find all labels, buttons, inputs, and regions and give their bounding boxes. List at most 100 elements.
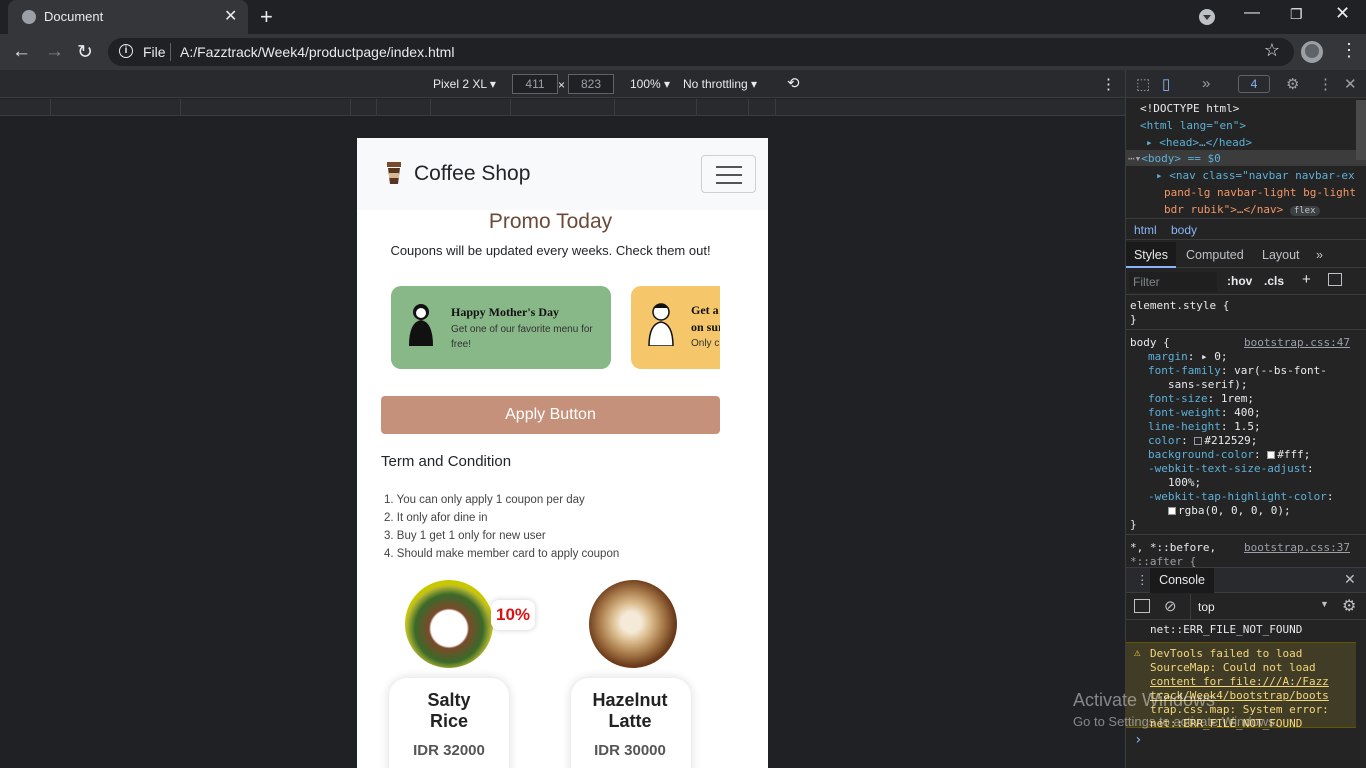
tab-computed[interactable]: Computed [1186, 248, 1244, 262]
console-sidebar-icon[interactable] [1134, 599, 1150, 613]
html-node[interactable]: <html lang="en"> [1140, 117, 1246, 134]
rule-close: } [1130, 313, 1137, 326]
coupon-title: Happy Mother's Day [451, 305, 559, 319]
maximize-button[interactable]: ❐ [1290, 6, 1303, 23]
clear-console-icon[interactable]: ⊘ [1164, 597, 1177, 615]
profile-avatar[interactable] [1301, 41, 1323, 63]
product-name: Hazelnut Latte [592, 690, 668, 731]
zoom-select[interactable]: 100% ▾ [630, 77, 670, 91]
body-node[interactable]: ⋯▾<body> == $0 [1128, 150, 1221, 167]
reload-icon[interactable]: ↻ [77, 41, 93, 64]
settings-icon[interactable]: ⚙ [1286, 75, 1299, 93]
terms-title: Term and Condition [381, 453, 512, 470]
globe-icon [22, 10, 36, 24]
css-prop-font-weight[interactable]: font-weight: 400; [1148, 406, 1261, 420]
brand-name[interactable]: Coffee Shop [414, 162, 530, 186]
tab-search-icon[interactable] [1199, 9, 1215, 25]
tab-console[interactable]: Console [1150, 568, 1214, 593]
body-rule-selector[interactable]: body { [1130, 336, 1170, 350]
bookmark-star-icon[interactable]: ☆ [1264, 40, 1280, 61]
dimension-separator: × [558, 78, 566, 92]
viewport-width-input[interactable]: 411 [512, 74, 558, 94]
more-panels-icon[interactable]: » [1202, 75, 1210, 92]
navbar-toggler-button[interactable] [701, 155, 756, 193]
css-prop-text-size-adjust[interactable]: -webkit-text-size-adjust: [1148, 462, 1314, 476]
coupon-card[interactable]: Happy Mother's Day Get one of our favori… [391, 286, 611, 369]
warning-text: SourceMap: Could not load [1150, 661, 1316, 674]
context-select[interactable]: top [1198, 600, 1215, 614]
address-bar[interactable]: i File A:/Fazztrack/Week4/productpage/in… [108, 38, 1294, 66]
inspect-element-icon[interactable]: ⬚ [1136, 75, 1150, 93]
styles-filter-input[interactable]: Filter [1129, 272, 1217, 292]
throttling-select[interactable]: No throttling ▾ [683, 77, 757, 91]
element-style-rule[interactable]: element.style { [1130, 299, 1229, 313]
apply-button[interactable]: Apply Button [381, 396, 720, 434]
styles-pane[interactable]: element.style { } body { bootstrap.css:4… [1126, 296, 1366, 568]
body-rule-source-link[interactable]: bootstrap.css:47 [1244, 336, 1350, 350]
flex-badge[interactable]: flex [1289, 206, 1320, 216]
tab-strip: Document ✕ + — ❐ ✕ [0, 0, 1366, 34]
coupon-card[interactable]: Get a on sur Only c [631, 286, 720, 369]
viewport-height-input[interactable]: 823 [568, 74, 614, 94]
url-scheme: File [143, 44, 166, 60]
tab-document[interactable]: Document ✕ [8, 0, 248, 34]
elements-tree[interactable]: <!DOCTYPE html> <html lang="en"> ▸ <head… [1126, 98, 1366, 216]
css-prop-font-family[interactable]: font-family: var(--bs-font- [1148, 364, 1327, 378]
crumb-body[interactable]: body [1171, 223, 1197, 237]
warning-link[interactable]: content for file:///A:/Fazz [1150, 675, 1329, 689]
device-toggle-icon[interactable]: ▯ [1162, 75, 1170, 93]
forward-icon[interactable]: → [45, 41, 64, 63]
issues-badge[interactable]: 4 [1238, 75, 1270, 93]
doctype-node[interactable]: <!DOCTYPE html> [1140, 100, 1239, 117]
coupon-carousel[interactable]: Happy Mother's Day Get one of our favori… [391, 286, 720, 370]
list-item: 1. You can only apply 1 coupon per day [384, 494, 585, 506]
color-swatch[interactable] [1194, 437, 1203, 445]
rotate-icon[interactable]: ⟲ [787, 74, 800, 92]
device-toolbar-more-icon[interactable]: ⋮ [1101, 75, 1116, 93]
tab-more[interactable]: » [1316, 248, 1323, 262]
url-text[interactable]: A:/Fazztrack/Week4/productpage/index.htm… [180, 44, 454, 60]
tab-layout[interactable]: Layout [1262, 248, 1300, 262]
window-close-button[interactable]: ✕ [1335, 3, 1350, 24]
divider [1190, 594, 1191, 620]
tab-title: Document [44, 9, 104, 24]
coupon-description: Get one of our favorite menu for free! [451, 324, 593, 350]
css-prop-margin[interactable]: margin: ▸ 0; [1148, 350, 1228, 364]
back-icon[interactable]: ← [12, 41, 31, 63]
drawer-menu-icon[interactable]: ⋮ [1136, 572, 1149, 587]
sidebar-toggle-icon[interactable] [1328, 273, 1342, 286]
color-swatch[interactable] [1168, 507, 1176, 515]
emulated-page: Coffee Shop Promo Today Coupons will be … [357, 138, 768, 768]
device-select[interactable]: Pixel 2 XL ▾ [433, 77, 496, 91]
devtools-menu-icon[interactable]: ⋮ [1318, 75, 1333, 93]
promo-subtitle: Coupons will be updated every weeks. Che… [390, 243, 711, 258]
console-settings-icon[interactable]: ⚙ [1342, 596, 1356, 616]
browser-menu-icon[interactable]: ⋮ [1340, 40, 1358, 61]
css-prop-font-size[interactable]: font-size: 1rem; [1148, 392, 1254, 406]
class-toggle-button[interactable]: .cls [1264, 274, 1284, 288]
media-query-ruler[interactable] [0, 99, 1126, 116]
universal-rule-source-link[interactable]: bootstrap.css:37 [1244, 541, 1350, 555]
css-prop-background-color[interactable]: background-color: #fff; [1148, 448, 1310, 462]
console-prompt[interactable]: › [1134, 733, 1142, 747]
css-prop-line-height[interactable]: line-height: 1.5; [1148, 420, 1261, 434]
css-prop-tap-highlight[interactable]: -webkit-tap-highlight-color: [1148, 490, 1333, 504]
devtools-close-icon[interactable]: ✕ [1344, 75, 1357, 93]
woman-illustration-icon [409, 304, 433, 346]
minimize-button[interactable]: — [1244, 4, 1260, 22]
crumb-html[interactable]: html [1134, 223, 1157, 237]
tab-close-icon[interactable]: ✕ [224, 6, 237, 26]
hover-state-button[interactable]: :hov [1227, 274, 1252, 288]
drawer-close-icon[interactable]: ✕ [1344, 571, 1356, 588]
console-drawer-header: ⋮ Console ✕ [1126, 567, 1366, 593]
new-rule-button[interactable]: + [1302, 271, 1311, 288]
css-prop-color[interactable]: color: #212529; [1148, 434, 1257, 448]
site-info-icon[interactable]: i [119, 44, 133, 58]
new-tab-button[interactable]: + [260, 4, 273, 30]
tab-styles[interactable]: Styles [1126, 242, 1176, 268]
universal-rule-selector[interactable]: *, *::before, [1130, 541, 1216, 555]
elements-scrollbar[interactable] [1356, 100, 1366, 160]
head-node[interactable]: ▸ <head>…</head> [1146, 134, 1252, 151]
color-swatch[interactable] [1267, 451, 1276, 459]
nav-node[interactable]: ▸ <nav class="navbar navbar-ex [1156, 167, 1355, 184]
